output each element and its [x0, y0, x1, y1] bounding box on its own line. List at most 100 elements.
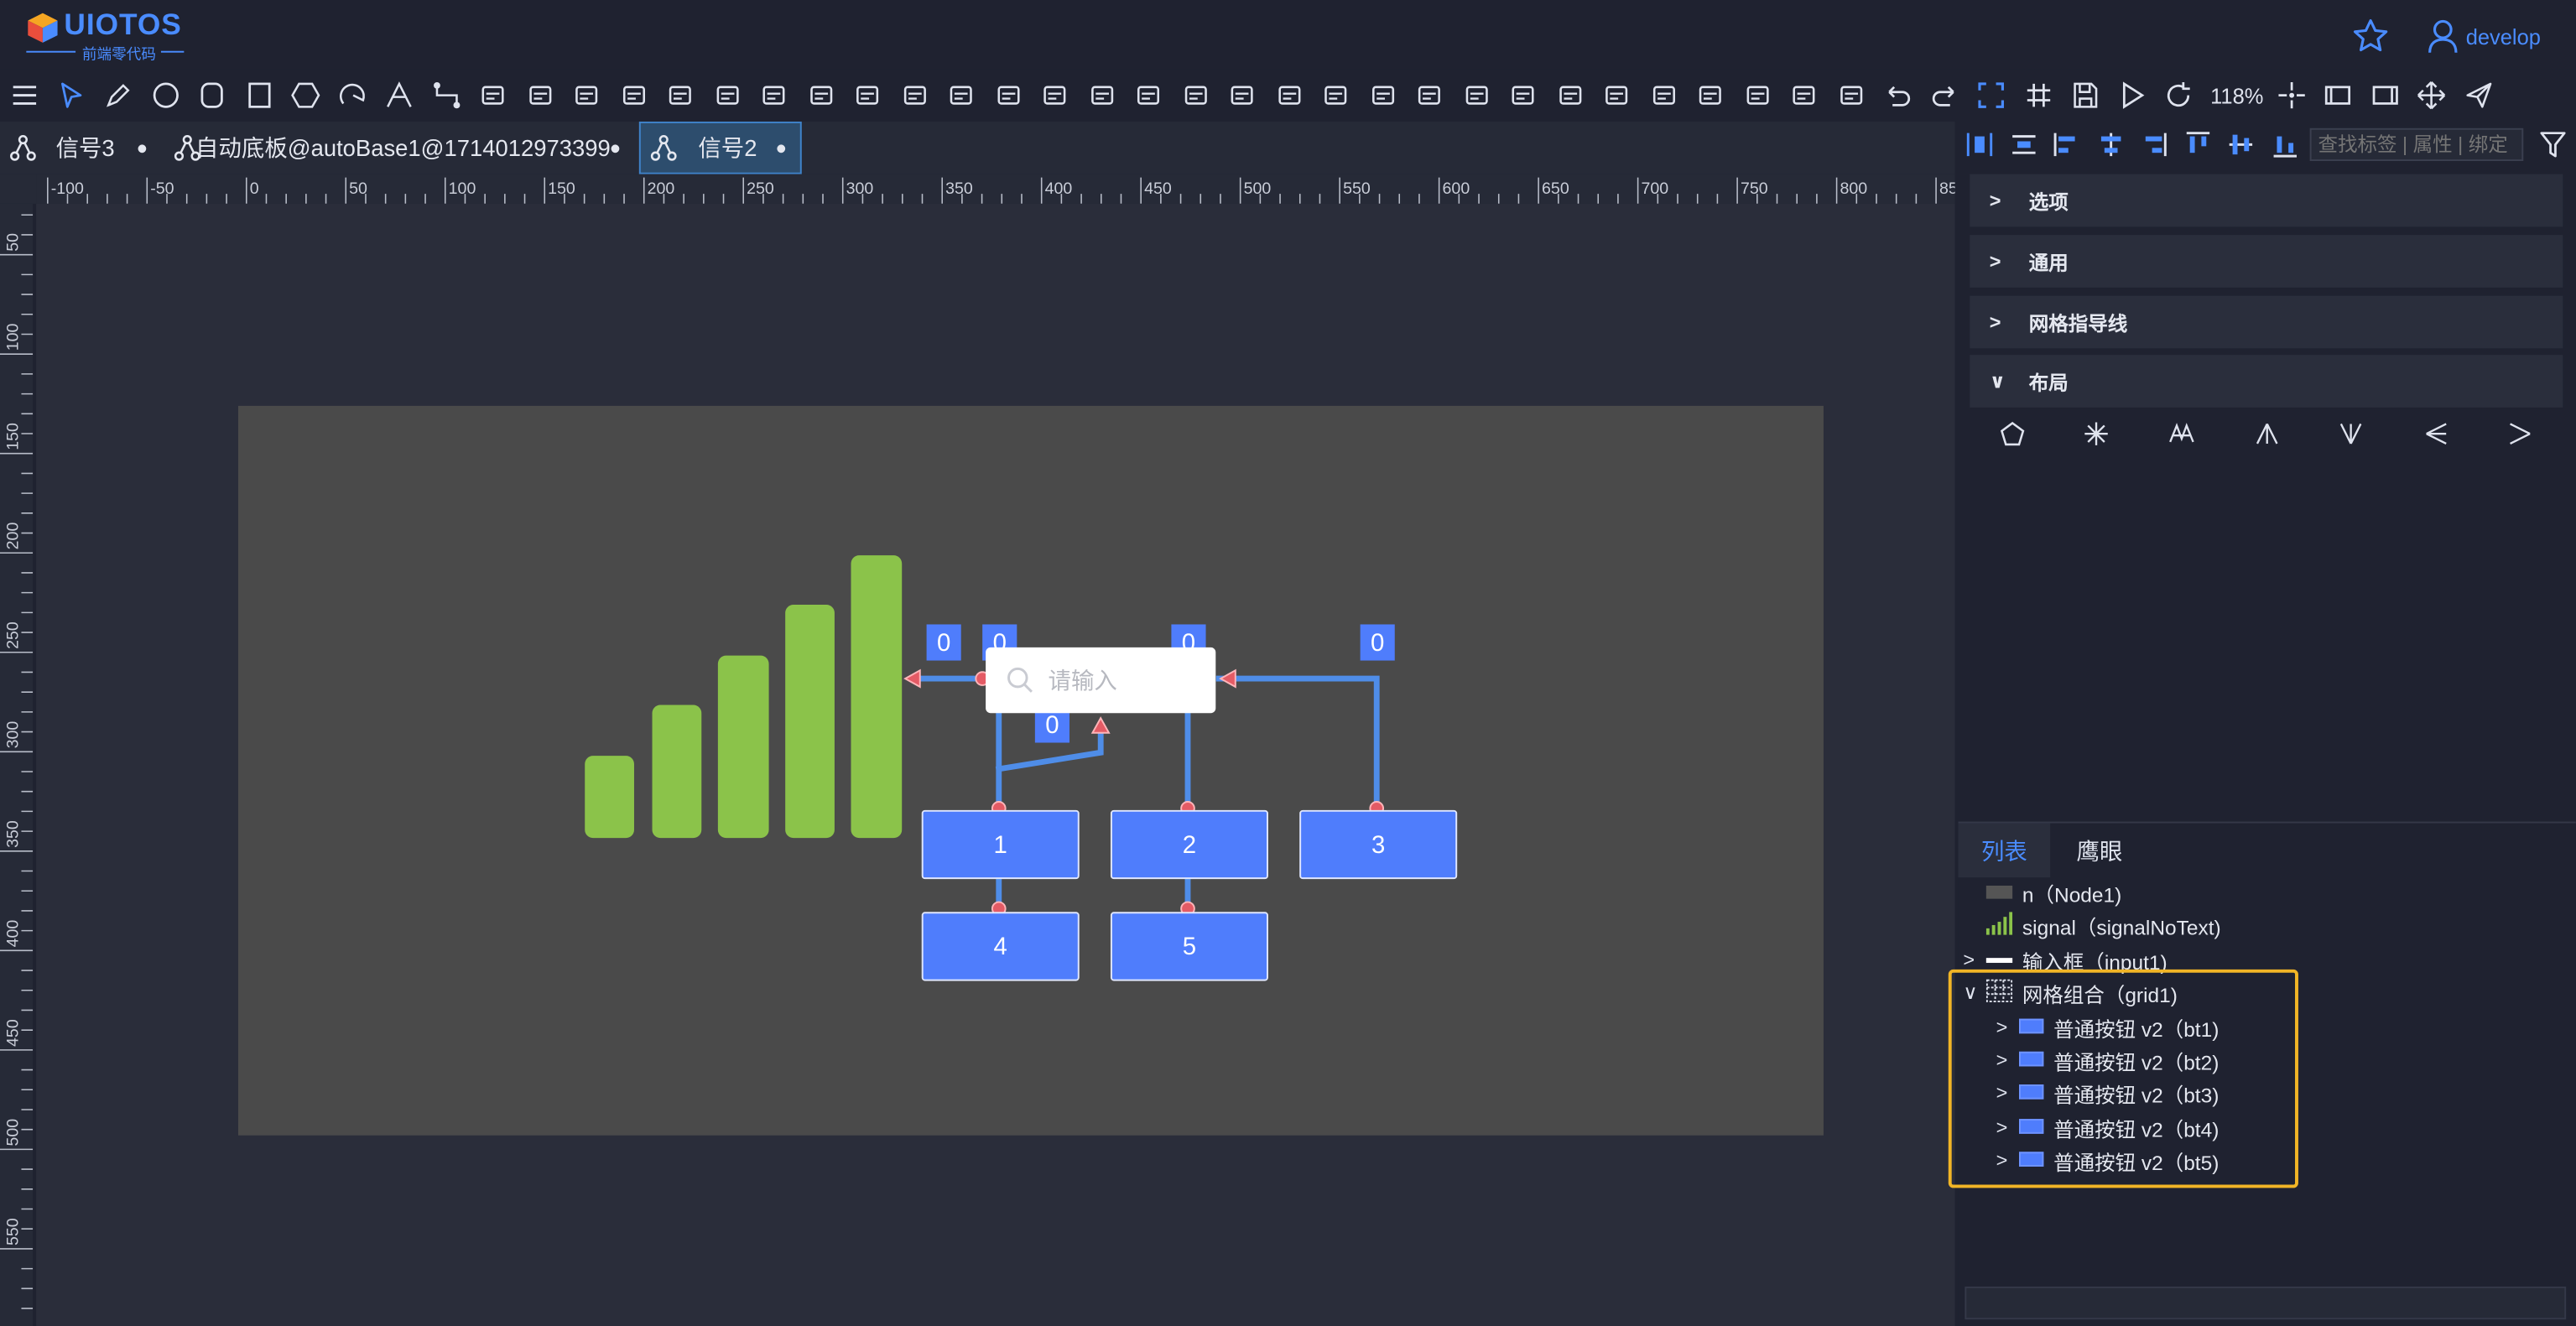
tab-signal2[interactable]: 信号2: [638, 121, 802, 174]
undo-icon[interactable]: [1880, 75, 1916, 115]
label-icon[interactable]: [1084, 75, 1120, 115]
window-icon[interactable]: [1365, 75, 1401, 115]
down-layout-icon[interactable]: [2308, 416, 2393, 452]
pie-chart-icon[interactable]: [803, 75, 839, 115]
play-icon[interactable]: [2114, 75, 2150, 115]
signal-bar-1[interactable]: [585, 756, 634, 839]
server-icon[interactable]: [569, 75, 605, 115]
align-left-icon[interactable]: [2052, 130, 2081, 159]
align-top-icon[interactable]: [2183, 130, 2212, 159]
tree-item[interactable]: ∨ 网格组合（grid1): [1963, 976, 2178, 1009]
text-format-icon[interactable]: [1177, 75, 1213, 115]
calendar-icon[interactable]: [1599, 75, 1635, 115]
grid-button-bt2[interactable]: 2: [1110, 809, 1268, 880]
tree-item[interactable]: > 普通按钮 v2（bt2): [1996, 1043, 2220, 1076]
bar-chart-icon[interactable]: [990, 75, 1026, 115]
axis-chart-icon[interactable]: [850, 75, 886, 115]
tree-layout-icon[interactable]: [2139, 416, 2224, 452]
align-bottom-icon[interactable]: [2270, 130, 2299, 159]
send-icon[interactable]: [2460, 75, 2496, 115]
arc-icon[interactable]: [335, 75, 371, 115]
align-distribute-h-icon[interactable]: [1965, 130, 1994, 159]
up-layout-icon[interactable]: [2224, 416, 2308, 452]
line-chart-icon[interactable]: [896, 75, 932, 115]
chevron-right-icon[interactable]: >: [1996, 1016, 2019, 1038]
document-icon[interactable]: [1224, 75, 1260, 115]
value-badge[interactable]: 0: [1360, 624, 1395, 661]
radio-icon[interactable]: [1739, 75, 1775, 115]
tree-item[interactable]: > 普通按钮 v2（bt1): [1996, 1011, 2220, 1043]
tab-list[interactable]: 列表: [1958, 823, 2051, 878]
frame-icon[interactable]: [1973, 75, 2009, 115]
tree-item[interactable]: signal（signalNoText): [1963, 908, 2221, 941]
menu-icon[interactable]: [7, 75, 43, 115]
rect-icon[interactable]: [241, 75, 277, 115]
switch-icon[interactable]: [1645, 75, 1681, 115]
grid-button-bt4[interactable]: 4: [921, 912, 1080, 981]
value-badge[interactable]: 0: [926, 624, 961, 661]
right-layout-icon[interactable]: [2478, 416, 2563, 452]
input-icon[interactable]: [1411, 75, 1447, 115]
section-layout[interactable]: ∨ 布局: [1970, 355, 2563, 408]
zoom-level[interactable]: 118%: [2210, 83, 2263, 107]
refresh-icon[interactable]: [2160, 75, 2196, 115]
connector-icon[interactable]: [428, 75, 464, 115]
vertical-ruler[interactable]: 50 100 150 200 250 300 350 400 450 500 550: [0, 203, 34, 1326]
area-chart-icon[interactable]: [943, 75, 979, 115]
text-icon[interactable]: [381, 75, 417, 115]
chevron-right-icon[interactable]: >: [1996, 1148, 2019, 1171]
checkbox-icon[interactable]: [1692, 75, 1728, 115]
section-general[interactable]: > 通用: [1970, 235, 2563, 288]
filter-icon[interactable]: [2540, 130, 2566, 159]
grid-button-bt5[interactable]: 5: [1110, 912, 1268, 981]
hexagon-icon[interactable]: [288, 75, 324, 115]
pipe-icon[interactable]: [662, 75, 698, 115]
tree-item[interactable]: n（Node1): [1963, 876, 2121, 908]
tree-item[interactable]: > 输入框（input1): [1963, 944, 2167, 976]
toggle-icon[interactable]: [1271, 75, 1307, 115]
tab-auto-base[interactable]: 自动底板@autoBase1@1714012973399: [174, 122, 628, 174]
horizontal-ruler[interactable]: -100 -50 0 50 100 150 200 250 300 350 400 450 500 550…: [36, 174, 1955, 204]
circle-icon[interactable]: [147, 75, 183, 115]
signal-bar-4[interactable]: [785, 604, 835, 839]
chevron-down-icon[interactable]: ∨: [1963, 981, 1985, 1004]
image-gallery-icon[interactable]: [1552, 75, 1588, 115]
pentagon-layout-icon[interactable]: [1970, 416, 2054, 452]
button-group-icon[interactable]: [1130, 75, 1166, 115]
computer-icon[interactable]: [475, 75, 511, 115]
chevron-right-icon[interactable]: >: [1996, 1048, 2019, 1071]
rack-icon[interactable]: [615, 75, 651, 115]
align-middle-icon[interactable]: [2226, 130, 2256, 159]
add-window-icon[interactable]: [1786, 75, 1822, 115]
tab-eagle-eye[interactable]: 鹰眼: [2050, 824, 2149, 878]
chevron-right-icon[interactable]: >: [1996, 1115, 2019, 1138]
move-icon[interactable]: [2414, 75, 2450, 115]
signal-bar-3[interactable]: [717, 655, 769, 839]
tree-item[interactable]: > 普通按钮 v2（bt4): [1996, 1110, 2220, 1143]
chevron-right-icon[interactable]: >: [1963, 948, 1985, 970]
center-icon[interactable]: [2273, 75, 2309, 115]
signal-bar-2[interactable]: [652, 705, 702, 839]
panel-right-icon[interactable]: [2367, 75, 2403, 115]
grid-button-bt3[interactable]: 3: [1299, 809, 1458, 880]
save-icon[interactable]: [2067, 75, 2103, 115]
section-grid-guides[interactable]: > 网格指导线: [1970, 295, 2563, 349]
copy-icon[interactable]: [1833, 75, 1869, 115]
canvas-search-input[interactable]: 请输入: [986, 647, 1216, 714]
redo-icon[interactable]: [1926, 75, 1962, 115]
favorite-star-icon[interactable]: [2351, 17, 2391, 56]
user-menu[interactable]: develop: [2427, 17, 2541, 56]
star-layout-icon[interactable]: [2054, 416, 2139, 452]
panel-left-icon[interactable]: [2320, 75, 2356, 115]
chevron-right-icon[interactable]: >: [1996, 1081, 2019, 1104]
tree-item[interactable]: > 普通按钮 v2（bt3): [1996, 1076, 2220, 1109]
signal-bar-5[interactable]: [851, 555, 903, 839]
grid-icon[interactable]: [1318, 75, 1354, 115]
button-icon[interactable]: [1458, 75, 1494, 115]
fan-icon[interactable]: [709, 75, 745, 115]
align-center-h-icon[interactable]: [2008, 130, 2037, 159]
align-right-icon[interactable]: [2139, 130, 2168, 159]
hard-disk-icon[interactable]: [522, 75, 558, 115]
tree-item[interactable]: > 普通按钮 v2（bt5): [1996, 1144, 2220, 1177]
pen-icon[interactable]: [100, 75, 136, 115]
